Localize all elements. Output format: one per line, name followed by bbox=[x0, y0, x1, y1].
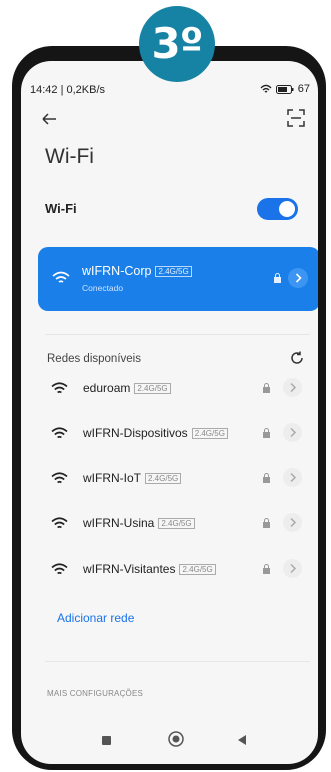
lock-icon bbox=[274, 273, 281, 283]
page-title: Wi-Fi bbox=[45, 145, 94, 168]
back-nav-button[interactable] bbox=[236, 734, 248, 746]
network-details-button[interactable] bbox=[288, 268, 308, 288]
wifi-label: Wi-Fi bbox=[45, 201, 77, 216]
scan-qr-icon[interactable] bbox=[287, 109, 305, 127]
network-details-button[interactable] bbox=[283, 423, 302, 442]
top-bar bbox=[21, 103, 318, 139]
network-name: wIFRN-Corp bbox=[82, 264, 152, 278]
chevron-right-icon bbox=[290, 382, 297, 393]
divider bbox=[45, 334, 310, 335]
network-label: wIFRN-Dispositivos 2.4G/5G bbox=[83, 426, 228, 440]
wifi-signal-icon bbox=[52, 271, 70, 283]
network-label: wIFRN-IoT 2.4G/5G bbox=[83, 471, 182, 485]
phone-screen: 14:42 | 0,2KB/s 67 Wi-Fi Wi-Fi wIFRN-Cor… bbox=[21, 61, 318, 764]
network-name: wIFRN-IoT bbox=[83, 471, 141, 485]
band-tag: 2.4G/5G bbox=[179, 564, 216, 575]
wifi-signal-icon bbox=[51, 427, 68, 439]
connected-network-name: wIFRN-Corp 2.4G/5G bbox=[82, 264, 192, 278]
network-label: wIFRN-Visitantes 2.4G/5G bbox=[83, 562, 216, 576]
lock-icon bbox=[263, 564, 270, 574]
step-badge: 3º bbox=[139, 6, 215, 82]
network-name: wIFRN-Dispositivos bbox=[83, 426, 188, 440]
more-settings-header: MAIS CONFIGURAÇÕES bbox=[47, 689, 144, 698]
status-icons: 67 bbox=[260, 83, 310, 95]
back-arrow-icon[interactable] bbox=[39, 109, 59, 129]
band-tag: 2.4G/5G bbox=[191, 428, 228, 439]
available-networks-title: Redes disponíveis bbox=[47, 353, 141, 365]
lock-icon bbox=[263, 383, 270, 393]
lock-icon bbox=[263, 428, 270, 438]
toggle-knob bbox=[279, 201, 295, 217]
lock-icon bbox=[263, 473, 270, 483]
lock-icon bbox=[263, 518, 270, 528]
wifi-toggle[interactable] bbox=[257, 198, 298, 220]
wifi-signal-icon bbox=[51, 563, 68, 575]
band-tag: 2.4G/5G bbox=[134, 383, 171, 394]
band-tag: 2.4G/5G bbox=[155, 266, 192, 277]
refresh-icon[interactable] bbox=[290, 351, 304, 365]
divider bbox=[45, 661, 310, 662]
network-name: wIFRN-Visitantes bbox=[83, 562, 176, 576]
chevron-right-icon bbox=[295, 273, 302, 283]
home-button[interactable] bbox=[168, 731, 184, 747]
wifi-signal-icon bbox=[51, 517, 68, 529]
navigation-bar bbox=[21, 714, 318, 764]
chevron-right-icon bbox=[290, 472, 297, 483]
network-row[interactable]: wIFRN-Visitantes 2.4G/5G bbox=[51, 556, 306, 582]
network-row[interactable]: wIFRN-Dispositivos 2.4G/5G bbox=[51, 420, 306, 446]
network-name: wIFRN-Usina bbox=[83, 516, 155, 530]
battery-icon bbox=[275, 84, 294, 94]
network-row[interactable]: wIFRN-IoT 2.4G/5G bbox=[51, 465, 306, 491]
network-row[interactable]: wIFRN-Usina 2.4G/5G bbox=[51, 510, 306, 536]
wifi-status-icon bbox=[260, 84, 272, 93]
recents-button[interactable] bbox=[102, 736, 111, 745]
band-tag: 2.4G/5G bbox=[145, 473, 182, 484]
network-details-button[interactable] bbox=[283, 378, 302, 397]
network-name: eduroam bbox=[83, 381, 131, 395]
connection-status: Conectado bbox=[82, 283, 124, 293]
wifi-toggle-row: Wi-Fi bbox=[45, 195, 298, 221]
connected-network-card[interactable]: wIFRN-Corp 2.4G/5G Conectado bbox=[38, 247, 318, 311]
network-details-button[interactable] bbox=[283, 559, 302, 578]
network-details-button[interactable] bbox=[283, 468, 302, 487]
wifi-signal-icon bbox=[51, 472, 68, 484]
network-row[interactable]: eduroam 2.4G/5G bbox=[51, 375, 306, 401]
network-label: eduroam 2.4G/5G bbox=[83, 381, 171, 395]
status-time: 14:42 | 0,2KB/s bbox=[30, 84, 106, 96]
battery-level: 67 bbox=[297, 83, 310, 95]
wifi-signal-icon bbox=[51, 382, 68, 394]
network-details-button[interactable] bbox=[283, 513, 302, 532]
chevron-right-icon bbox=[290, 517, 297, 528]
band-tag: 2.4G/5G bbox=[158, 518, 195, 529]
chevron-right-icon bbox=[290, 563, 297, 574]
chevron-right-icon bbox=[290, 427, 297, 438]
network-label: wIFRN-Usina 2.4G/5G bbox=[83, 516, 195, 530]
add-network-link[interactable]: Adicionar rede bbox=[57, 611, 134, 625]
